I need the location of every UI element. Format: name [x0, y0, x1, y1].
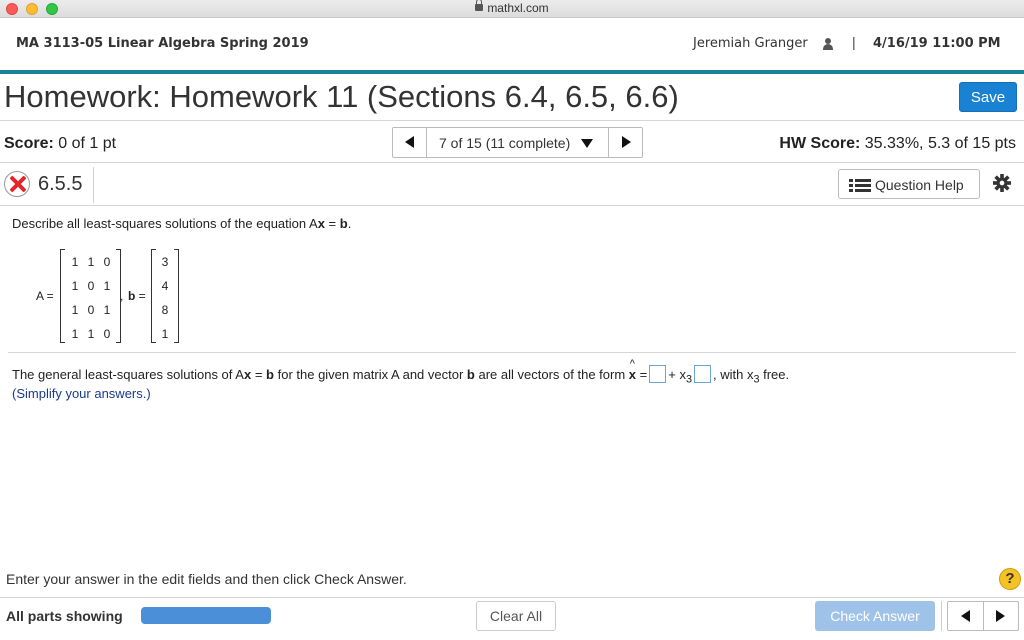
- arrow-right-icon: [622, 136, 631, 148]
- matrix-a-cell: 1: [103, 279, 111, 293]
- course-header: MA 3113-05 Linear Algebra Spring 2019 Je…: [0, 18, 1024, 70]
- vector-b-cell: 1: [161, 327, 169, 341]
- matrix-a-cell: 0: [103, 327, 111, 341]
- divider: [93, 167, 94, 203]
- matrix-a-cell: 1: [103, 303, 111, 317]
- clear-all-button[interactable]: Clear All: [476, 601, 556, 631]
- header-accent-line: [0, 70, 1024, 74]
- question-number: 6.5.5: [38, 173, 83, 195]
- next-question-button[interactable]: [984, 602, 1018, 630]
- arrow-left-icon: [961, 610, 970, 622]
- url-text: mathxl.com: [487, 1, 549, 15]
- divider: [0, 597, 1024, 598]
- x-hat: x: [629, 358, 636, 382]
- next-question-button[interactable]: [608, 128, 642, 157]
- score-value: 0 of 1 pt: [58, 135, 117, 152]
- vector-b-cell: 3: [161, 255, 169, 269]
- matrix-a-cell: 1: [87, 255, 95, 269]
- save-button[interactable]: Save: [959, 82, 1017, 112]
- matrix-a-cell: 1: [71, 279, 79, 293]
- simplify-hint: (Simplify your answers.): [12, 386, 151, 401]
- divider: [0, 162, 1024, 163]
- arrow-right-icon: [996, 610, 1005, 622]
- arrow-left-icon: [405, 136, 414, 148]
- answer-box-1[interactable]: [649, 365, 667, 383]
- question-navigator: 7 of 15 (11 complete): [392, 127, 643, 158]
- answer-box-2[interactable]: [693, 365, 711, 383]
- divider: [0, 120, 1024, 121]
- check-answer-button[interactable]: Check Answer: [815, 601, 935, 631]
- bracket: [174, 249, 179, 343]
- question-selector[interactable]: 7 of 15 (11 complete): [439, 135, 570, 151]
- hw-score-label: HW Score:: [779, 135, 861, 152]
- matrix-a-cell: 0: [87, 303, 95, 317]
- matrix-comma: ,: [120, 289, 124, 303]
- divider: [941, 601, 942, 631]
- matrix-a-cell: 1: [71, 255, 79, 269]
- progress-fill: [141, 607, 271, 624]
- instruction-text: Enter your answer in the edit fields and…: [6, 571, 407, 587]
- address-bar[interactable]: mathxl.com: [0, 0, 1024, 15]
- matrix-a-cell: 0: [103, 255, 111, 269]
- user-icon[interactable]: [822, 38, 834, 50]
- vector-b-label: b =: [128, 289, 146, 303]
- lock-icon: [475, 0, 484, 11]
- gear-icon[interactable]: [993, 174, 1011, 192]
- browser-titlebar: mathxl.com: [0, 0, 1024, 18]
- divider: [0, 205, 1024, 206]
- previous-question-button[interactable]: [948, 602, 984, 630]
- help-question-icon[interactable]: ?: [999, 568, 1021, 590]
- question-help-label: Question Help: [875, 177, 964, 193]
- question-help-button[interactable]: Question Help: [838, 169, 980, 199]
- vector-b-cell: 8: [161, 303, 169, 317]
- hw-score-value: 35.33%, 5.3 of 15 pts: [864, 135, 1016, 152]
- answer-statement: The general least-squares solutions of A…: [12, 358, 789, 386]
- matrix-a-cell: 1: [71, 327, 79, 341]
- divider: [8, 352, 1016, 353]
- bottom-navigator: [947, 601, 1019, 631]
- bracket: [60, 249, 65, 343]
- incorrect-x-icon: [4, 171, 30, 197]
- matrix-a-cell: 0: [87, 279, 95, 293]
- hw-score: HW Score: 35.33%, 5.3 of 15 pts: [779, 135, 1016, 153]
- header-separator: |: [852, 34, 856, 50]
- score-label: Score:: [4, 135, 54, 152]
- bracket: [151, 249, 156, 343]
- due-date: 4/16/19 11:00 PM: [873, 36, 1001, 51]
- previous-question-button[interactable]: [393, 128, 427, 157]
- parts-showing-label: All parts showing: [6, 608, 123, 624]
- question-prompt: Describe all least-squares solutions of …: [12, 216, 352, 231]
- caret-down-icon[interactable]: [581, 139, 593, 148]
- matrix-a-label: A =: [36, 289, 54, 303]
- vector-b-cell: 4: [161, 279, 169, 293]
- user-name[interactable]: Jeremiah Granger: [693, 36, 808, 51]
- score: Score: 0 of 1 pt: [4, 135, 116, 153]
- list-icon: [849, 179, 871, 192]
- matrix-a-cell: 1: [71, 303, 79, 317]
- page-title: Homework: Homework 11 (Sections 6.4, 6.5…: [4, 79, 679, 114]
- course-name: MA 3113-05 Linear Algebra Spring 2019: [16, 36, 309, 51]
- matrix-a-cell: 1: [87, 327, 95, 341]
- parts-progress-bar: [141, 607, 271, 624]
